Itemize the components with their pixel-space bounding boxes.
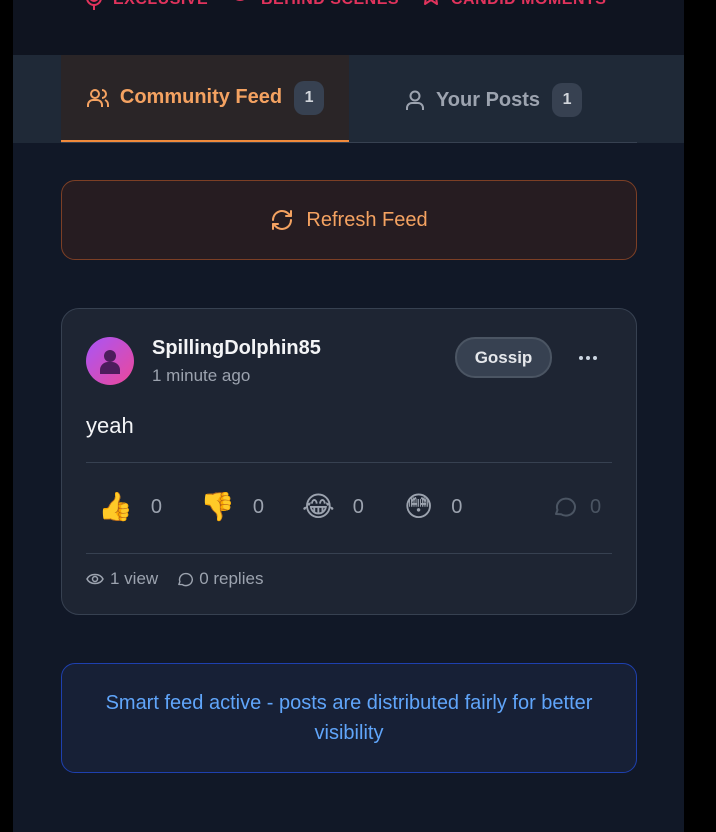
- tag-label: BEHIND SCENES: [261, 0, 399, 9]
- reaction-count: 0: [352, 495, 364, 518]
- category-badge[interactable]: Gossip: [455, 337, 552, 378]
- reply-count: 0 replies: [199, 569, 264, 588]
- user-silhouette-icon: [100, 350, 120, 374]
- comment-count: 0: [590, 495, 602, 518]
- tab-community-feed[interactable]: Community Feed 1: [61, 55, 349, 143]
- reaction-bar: 👍 0 👎 0 😂 0 😳 0 0: [86, 479, 612, 535]
- feed-tabs: Community Feed 1 Your Posts 1: [13, 55, 684, 143]
- users-icon: [86, 88, 109, 107]
- mic-icon: [86, 0, 102, 10]
- reply-stat[interactable]: 0 replies: [176, 569, 263, 589]
- tab-count-badge: 1: [294, 80, 325, 115]
- reaction-laugh[interactable]: 😂 0: [302, 479, 364, 535]
- smart-feed-notice: Smart feed active - posts are distribute…: [61, 663, 637, 773]
- tab-count-badge: 1: [552, 83, 583, 117]
- tag-label: CANDID MOMENTS: [451, 0, 606, 9]
- more-options-icon[interactable]: [574, 344, 602, 372]
- refresh-feed-button[interactable]: Refresh Feed: [61, 180, 637, 260]
- reaction-count: 0: [252, 495, 264, 518]
- star-icon: [424, 0, 438, 5]
- tab-label: Your Posts: [435, 88, 541, 111]
- reaction-count: 0: [150, 495, 162, 518]
- tag-exclusive: EXCLUSIVE: [85, 0, 208, 12]
- refresh-icon: [272, 210, 293, 230]
- main-panel: EXCLUSIVE BEHIND SCENES CANDID MOMENTS C: [13, 0, 684, 832]
- post-card: SpillingDolphin85 1 minute ago Gossip ye…: [61, 308, 637, 615]
- eye-icon: [235, 0, 245, 1]
- thumbs-up-icon: 👍: [98, 491, 133, 522]
- comment-icon: [555, 497, 576, 517]
- view-stat: 1 view: [86, 569, 158, 589]
- comment-button[interactable]: 0: [552, 479, 601, 535]
- view-count: 1 view: [110, 569, 159, 588]
- reaction-thumbs-up[interactable]: 👍 0: [98, 479, 162, 535]
- tabs-divider: [61, 142, 637, 143]
- post-timestamp: 1 minute ago: [152, 366, 251, 385]
- eye-icon: [86, 573, 104, 585]
- tab-your-posts[interactable]: Your Posts 1: [349, 55, 637, 145]
- post-stats: 1 view 0 replies: [86, 567, 263, 591]
- post-username[interactable]: SpillingDolphin85: [152, 337, 321, 360]
- tab-label: Community Feed: [119, 86, 283, 108]
- post-divider: [86, 462, 612, 463]
- comment-icon: [178, 572, 194, 586]
- tag-behind-scenes: BEHIND SCENES: [229, 0, 399, 12]
- shocked-icon: 😳: [404, 491, 434, 522]
- refresh-label: Refresh Feed: [306, 208, 428, 231]
- reaction-thumbs-down[interactable]: 👎 0: [200, 479, 264, 535]
- post-content: yeah: [86, 413, 134, 438]
- user-icon: [405, 90, 424, 110]
- laugh-icon: 😂: [302, 491, 335, 522]
- reaction-shocked[interactable]: 😳 0: [404, 479, 462, 535]
- post-divider: [86, 553, 612, 554]
- category-banner: EXCLUSIVE BEHIND SCENES CANDID MOMENTS: [13, 0, 684, 55]
- tag-label: EXCLUSIVE: [113, 0, 208, 9]
- reaction-count: 0: [451, 495, 463, 518]
- thumbs-down-icon: 👎: [200, 491, 235, 522]
- avatar[interactable]: [86, 337, 134, 385]
- notice-text: Smart feed active - posts are distribute…: [105, 692, 593, 744]
- tag-candid-moments: CANDID MOMENTS: [421, 0, 606, 12]
